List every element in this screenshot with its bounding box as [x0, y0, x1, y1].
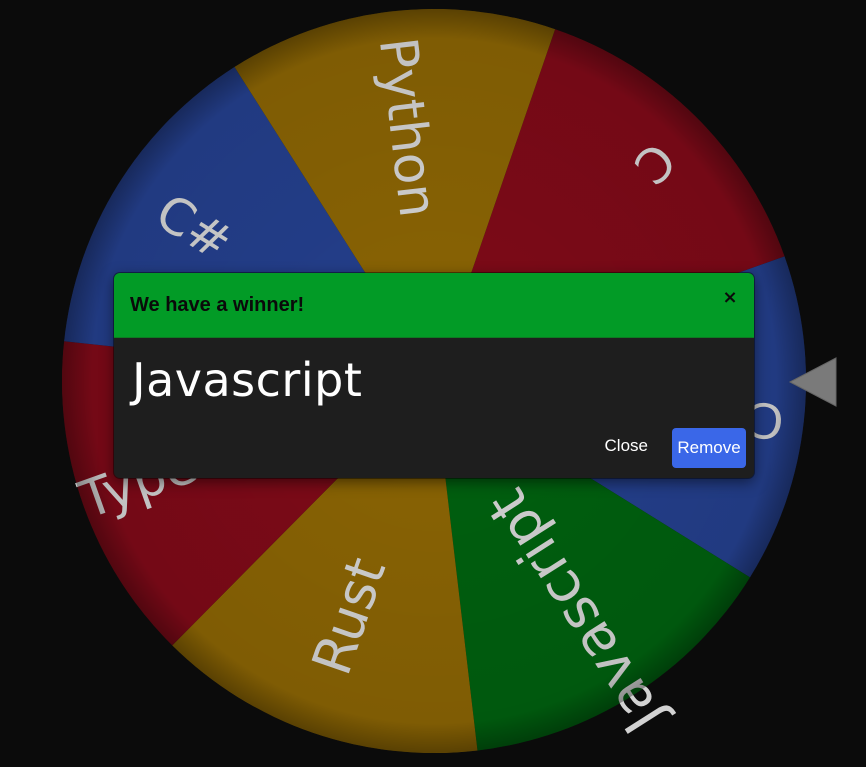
- wheel-app: CC++JavascriptRustTypescriptC#Python We …: [0, 0, 866, 767]
- close-icon[interactable]: ×: [720, 286, 740, 310]
- dialog-header: We have a winner! ×: [114, 273, 754, 338]
- winner-dialog: We have a winner! × Javascript Close Rem…: [114, 273, 754, 478]
- dialog-title: We have a winner!: [130, 294, 305, 316]
- winner-name: Javascript: [132, 353, 363, 407]
- triangle-pointer-icon: [788, 357, 837, 407]
- close-button[interactable]: Close: [599, 430, 654, 462]
- remove-button[interactable]: Remove: [672, 428, 746, 468]
